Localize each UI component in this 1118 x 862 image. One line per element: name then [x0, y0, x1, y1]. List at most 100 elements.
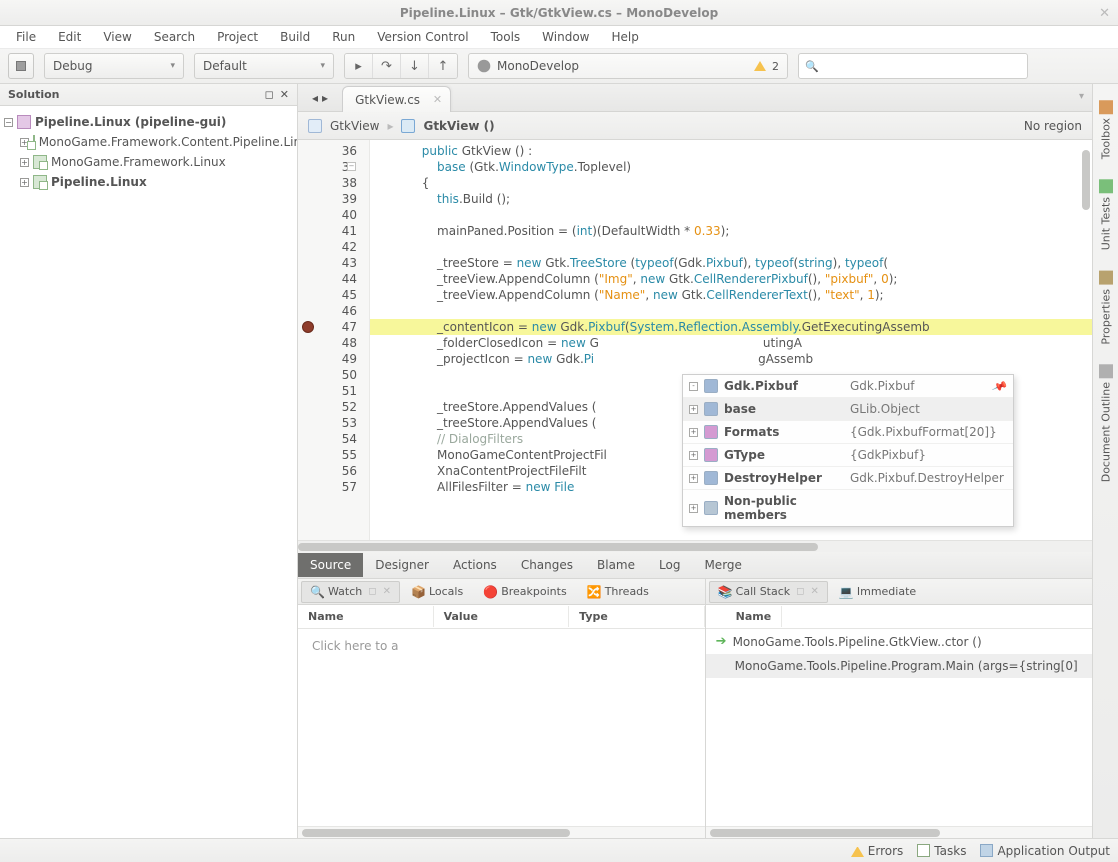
tooltip-row[interactable]: +Non-public members: [683, 490, 1013, 526]
solution-project[interactable]: +MonoGame.Framework.Content.Pipeline.Lin…: [2, 132, 295, 152]
breadcrumb[interactable]: GtkView ▸ GtkView () No region: [298, 112, 1092, 140]
expander-icon[interactable]: −: [4, 118, 13, 127]
expander-icon[interactable]: +: [689, 504, 698, 513]
menu-tools[interactable]: Tools: [481, 28, 531, 46]
solution-header: Solution ◻✕: [0, 84, 297, 106]
view-tab-source[interactable]: Source: [298, 553, 363, 577]
member-icon: [704, 379, 718, 393]
window-title: Pipeline.Linux – Gtk/GtkView.cs – MonoDe…: [400, 6, 718, 20]
pad-tab-locals[interactable]: 📦Locals: [402, 581, 472, 603]
fold-icon[interactable]: −: [347, 162, 356, 171]
rail-unit-tests[interactable]: Unit Tests: [1099, 173, 1113, 256]
solution-project[interactable]: +MonoGame.Framework.Linux: [2, 152, 295, 172]
config-combo[interactable]: Debug▾: [44, 53, 184, 79]
rail-properties[interactable]: Properties: [1099, 265, 1113, 351]
view-tab-designer[interactable]: Designer: [363, 553, 441, 577]
tooltip-row[interactable]: +DestroyHelperGdk.Pixbuf.DestroyHelper: [683, 467, 1013, 490]
view-tab-log[interactable]: Log: [647, 553, 692, 577]
pad-tab-watch[interactable]: 🔍Watch◻✕: [301, 581, 400, 603]
member-icon: [704, 425, 718, 439]
tooltip-row[interactable]: -Gdk.PixbufGdk.Pixbuf📌: [683, 375, 1013, 398]
file-tab[interactable]: GtkView.cs✕: [342, 86, 451, 112]
horizontal-scrollbar[interactable]: [298, 826, 705, 838]
menu-window[interactable]: Window: [532, 28, 599, 46]
tooltip-row[interactable]: +Formats{Gdk.PixbufFormat[20]}: [683, 421, 1013, 444]
close-icon[interactable]: ✕: [1099, 6, 1110, 21]
close-tab-icon[interactable]: ✕: [433, 93, 442, 106]
horizontal-scrollbar[interactable]: [706, 826, 1092, 838]
stack-frame[interactable]: MonoGame.Tools.Pipeline.Program.Main (ar…: [706, 654, 1092, 678]
view-tab-blame[interactable]: Blame: [585, 553, 647, 577]
stop-button[interactable]: [8, 53, 34, 79]
tasks-button[interactable]: Tasks: [917, 844, 966, 858]
rail-toolbox[interactable]: Toolbox: [1099, 94, 1113, 165]
expander-icon[interactable]: +: [689, 405, 698, 414]
horizontal-scrollbar[interactable]: [298, 540, 1092, 552]
menu-view[interactable]: View: [93, 28, 141, 46]
tooltip-row[interactable]: +GType{GdkPixbuf}: [683, 444, 1013, 467]
chevron-down-icon: ▾: [320, 61, 325, 71]
column-header[interactable]: Name: [298, 606, 434, 627]
debug-tooltip[interactable]: -Gdk.PixbufGdk.Pixbuf📌+baseGLib.Object+F…: [682, 374, 1014, 527]
output-button[interactable]: Application Output: [980, 844, 1110, 858]
solution-tree[interactable]: −Pipeline.Linux (pipeline-gui) +MonoGame…: [0, 106, 297, 198]
view-tab-changes[interactable]: Changes: [509, 553, 585, 577]
pad-tab-call-stack[interactable]: 📚Call Stack◻✕: [709, 581, 828, 603]
expander-icon[interactable]: +: [689, 474, 698, 483]
pad-close-icon[interactable]: ✕: [280, 88, 289, 101]
class-icon: [308, 119, 322, 133]
close-icon[interactable]: ✕: [810, 586, 818, 597]
step-into-button[interactable]: ↓: [401, 54, 429, 78]
menu-edit[interactable]: Edit: [48, 28, 91, 46]
pad-tab-immediate[interactable]: 💻Immediate: [830, 581, 925, 603]
step-over-button[interactable]: ↷: [373, 54, 401, 78]
platform-combo[interactable]: Default▾: [194, 53, 334, 79]
close-icon[interactable]: ◻: [368, 586, 376, 597]
document-tabs: ◂ ▸ GtkView.cs✕ ▾: [298, 84, 1092, 112]
view-tab-actions[interactable]: Actions: [441, 553, 509, 577]
expander-icon[interactable]: -: [689, 382, 698, 391]
pad-tab-threads[interactable]: 🔀Threads: [578, 581, 658, 603]
project-icon: [33, 135, 35, 149]
menu-run[interactable]: Run: [322, 28, 365, 46]
menu-version-control[interactable]: Version Control: [367, 28, 478, 46]
expander-icon[interactable]: +: [689, 428, 698, 437]
menu-search[interactable]: Search: [144, 28, 205, 46]
step-out-button[interactable]: ↑: [429, 54, 457, 78]
chevron-down-icon[interactable]: ▾: [1079, 91, 1084, 102]
expander-icon[interactable]: +: [20, 158, 29, 167]
menu-build[interactable]: Build: [270, 28, 320, 46]
breakpoint-icon[interactable]: [302, 321, 314, 333]
tooltip-row[interactable]: +baseGLib.Object: [683, 398, 1013, 421]
menu-project[interactable]: Project: [207, 28, 268, 46]
menu-file[interactable]: File: [6, 28, 46, 46]
run-button[interactable]: ▸: [345, 54, 373, 78]
gutter[interactable]: 3637−38394041424344454647484950515253545…: [298, 140, 370, 540]
nav-forward-button[interactable]: ▸: [322, 91, 328, 105]
solution-icon: [17, 115, 31, 129]
search-input[interactable]: 🔍: [798, 53, 1028, 79]
vertical-scrollbar[interactable]: [1082, 150, 1090, 210]
close-icon[interactable]: ◻: [796, 586, 804, 597]
column-header[interactable]: Type: [569, 606, 705, 627]
main-menu: FileEditViewSearchProjectBuildRunVersion…: [0, 26, 1118, 48]
menu-help[interactable]: Help: [601, 28, 648, 46]
bottom-pads: 🔍Watch◻✕📦Locals🔴Breakpoints🔀Threads Name…: [298, 578, 1092, 838]
close-icon[interactable]: ✕: [383, 586, 391, 597]
check-icon: [917, 844, 930, 857]
column-header[interactable]: Name: [726, 606, 783, 627]
rail-document-outline[interactable]: Document Outline: [1099, 358, 1113, 488]
column-header[interactable]: Value: [434, 606, 570, 627]
pad-undock-icon[interactable]: ◻: [265, 88, 274, 101]
expander-icon[interactable]: +: [689, 451, 698, 460]
nav-back-button[interactable]: ◂: [312, 91, 318, 105]
watch-placeholder[interactable]: Click here to a: [298, 629, 705, 663]
errors-button[interactable]: Errors: [851, 844, 904, 858]
expander-icon[interactable]: +: [20, 178, 29, 187]
pin-icon[interactable]: 📌: [991, 378, 1008, 395]
pad-tab-breakpoints[interactable]: 🔴Breakpoints: [474, 581, 576, 603]
callstack-pad: 📚Call Stack◻✕💻Immediate Name ➔MonoGame.T…: [706, 579, 1092, 838]
stack-frame[interactable]: ➔MonoGame.Tools.Pipeline.GtkView..ctor (…: [706, 629, 1092, 654]
solution-project[interactable]: +Pipeline.Linux: [2, 172, 295, 192]
view-tab-merge[interactable]: Merge: [692, 553, 753, 577]
